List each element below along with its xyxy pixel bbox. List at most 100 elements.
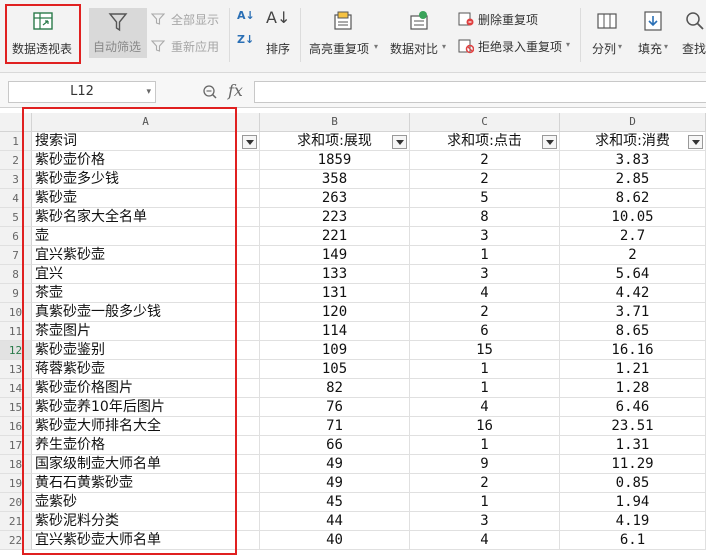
table-cell[interactable]: 105 xyxy=(260,360,410,379)
table-cell[interactable]: 1 xyxy=(410,379,560,398)
table-cell[interactable]: 6 xyxy=(410,322,560,341)
find-button[interactable]: 查找 xyxy=(678,6,706,60)
table-cell[interactable]: 1.94 xyxy=(560,493,706,512)
fx-icon[interactable]: fx xyxy=(228,81,243,100)
reapply-button[interactable]: 重新应用 xyxy=(151,37,225,55)
sort-button[interactable]: A↓ 排序 xyxy=(262,6,294,60)
table-cell[interactable]: 1 xyxy=(410,360,560,379)
highlight-duplicates-label: 高亮重复项 xyxy=(309,42,370,56)
header-cell[interactable]: 求和项:点击 xyxy=(410,132,560,151)
filter-dropdown-icon[interactable] xyxy=(392,135,407,149)
table-cell[interactable]: 2.7 xyxy=(560,227,706,246)
sort-desc-button[interactable]: Z↓ xyxy=(236,33,256,54)
table-cell[interactable]: 1.21 xyxy=(560,360,706,379)
table-cell[interactable]: 2 xyxy=(410,303,560,322)
table-cell[interactable]: 8.62 xyxy=(560,189,706,208)
auto-filter-button[interactable]: 自动筛选 xyxy=(89,8,147,58)
table-cell[interactable]: 8 xyxy=(410,208,560,227)
column-header-b[interactable]: B xyxy=(260,113,410,132)
table-cell[interactable]: 4.19 xyxy=(560,512,706,531)
table-cell[interactable]: 71 xyxy=(260,417,410,436)
table-cell[interactable]: 16 xyxy=(410,417,560,436)
table-cell[interactable]: 263 xyxy=(260,189,410,208)
table-cell[interactable]: 3.83 xyxy=(560,151,706,170)
table-cell[interactable]: 221 xyxy=(260,227,410,246)
table-cell[interactable]: 23.51 xyxy=(560,417,706,436)
sort-asc-button[interactable]: A↓ xyxy=(236,9,256,30)
header-cell[interactable]: 求和项:消费 xyxy=(560,132,706,151)
table-cell[interactable]: 358 xyxy=(260,170,410,189)
filter-dropdown-icon[interactable] xyxy=(542,135,557,149)
filter-dropdown-icon[interactable] xyxy=(688,135,703,149)
table-cell[interactable]: 49 xyxy=(260,474,410,493)
data-compare-button[interactable]: 数据对比 ▾ xyxy=(388,6,454,60)
chevron-down-icon[interactable]: ▾ xyxy=(146,82,151,102)
table-cell[interactable]: 11.29 xyxy=(560,455,706,474)
table-cell[interactable]: 44 xyxy=(260,512,410,531)
table-cell[interactable]: 131 xyxy=(260,284,410,303)
fill-label: 填充 xyxy=(638,42,663,56)
table-cell[interactable]: 49 xyxy=(260,455,410,474)
table-cell[interactable]: 76 xyxy=(260,398,410,417)
table-cell[interactable]: 82 xyxy=(260,379,410,398)
separator xyxy=(229,8,230,62)
table-cell[interactable]: 16.16 xyxy=(560,341,706,360)
table-cell[interactable]: 1 xyxy=(410,436,560,455)
table-cell[interactable]: 4 xyxy=(410,284,560,303)
table-cell[interactable]: 1.31 xyxy=(560,436,706,455)
table-cell[interactable]: 223 xyxy=(260,208,410,227)
column-header-c[interactable]: C xyxy=(410,113,560,132)
table-cell[interactable]: 66 xyxy=(260,436,410,455)
formula-input[interactable] xyxy=(254,81,706,103)
split-column-icon xyxy=(597,13,617,29)
table-cell[interactable]: 2 xyxy=(410,474,560,493)
table-cell[interactable]: 6.1 xyxy=(560,531,706,550)
table-cell[interactable]: 1.28 xyxy=(560,379,706,398)
table-cell[interactable]: 4 xyxy=(410,531,560,550)
table-cell[interactable]: 1 xyxy=(410,246,560,265)
table-cell[interactable]: 3.71 xyxy=(560,303,706,322)
reapply-label: 重新应用 xyxy=(171,40,220,54)
funnel-icon xyxy=(108,13,128,32)
table-cell[interactable]: 149 xyxy=(260,246,410,265)
table-cell[interactable]: 9 xyxy=(410,455,560,474)
fill-button[interactable]: 填充 ▾ xyxy=(634,6,678,60)
table-cell[interactable]: 3 xyxy=(410,227,560,246)
table-cell[interactable]: 1 xyxy=(410,493,560,512)
remove-duplicates-button[interactable]: 删除重复项 xyxy=(458,10,568,28)
column-header-d[interactable]: D xyxy=(560,113,706,132)
table-cell[interactable]: 0.85 xyxy=(560,474,706,493)
table-cell[interactable]: 15 xyxy=(410,341,560,360)
table-cell[interactable]: 4 xyxy=(410,398,560,417)
table-cell[interactable]: 10.05 xyxy=(560,208,706,227)
table-cell[interactable]: 6.46 xyxy=(560,398,706,417)
show-all-button[interactable]: 全部显示 xyxy=(151,10,225,28)
split-column-button[interactable]: 分列 ▾ xyxy=(586,6,630,60)
table-cell[interactable]: 3 xyxy=(410,265,560,284)
zoom-formula-icon[interactable] xyxy=(202,84,218,100)
highlight-duplicates-button[interactable]: 高亮重复项 ▾ xyxy=(306,6,382,60)
filter-dropdown-icon[interactable] xyxy=(242,135,257,149)
table-cell[interactable]: 5 xyxy=(410,189,560,208)
table-cell[interactable]: 2 xyxy=(410,170,560,189)
sort-label: 排序 xyxy=(266,42,291,56)
table-cell[interactable]: 4.42 xyxy=(560,284,706,303)
table-cell[interactable]: 2 xyxy=(560,246,706,265)
header-cell[interactable]: 求和项:展现 xyxy=(260,132,410,151)
table-cell[interactable]: 5.64 xyxy=(560,265,706,284)
table-cell[interactable]: 2 xyxy=(410,151,560,170)
table-cell[interactable]: 8.65 xyxy=(560,322,706,341)
table-cell[interactable]: 3 xyxy=(410,512,560,531)
column-a-highlight-box xyxy=(22,107,237,555)
table-cell[interactable]: 45 xyxy=(260,493,410,512)
table-cell[interactable]: 2.85 xyxy=(560,170,706,189)
table-cell[interactable]: 114 xyxy=(260,322,410,341)
table-cell[interactable]: 120 xyxy=(260,303,410,322)
table-cell[interactable]: 1859 xyxy=(260,151,410,170)
table-cell[interactable]: 40 xyxy=(260,531,410,550)
split-column-label: 分列 xyxy=(592,42,617,56)
reject-duplicates-button[interactable]: 拒绝录入重复项 ▾ xyxy=(458,37,574,55)
table-cell[interactable]: 133 xyxy=(260,265,410,284)
table-cell[interactable]: 109 xyxy=(260,341,410,360)
name-box[interactable]: L12 ▾ xyxy=(8,81,156,103)
